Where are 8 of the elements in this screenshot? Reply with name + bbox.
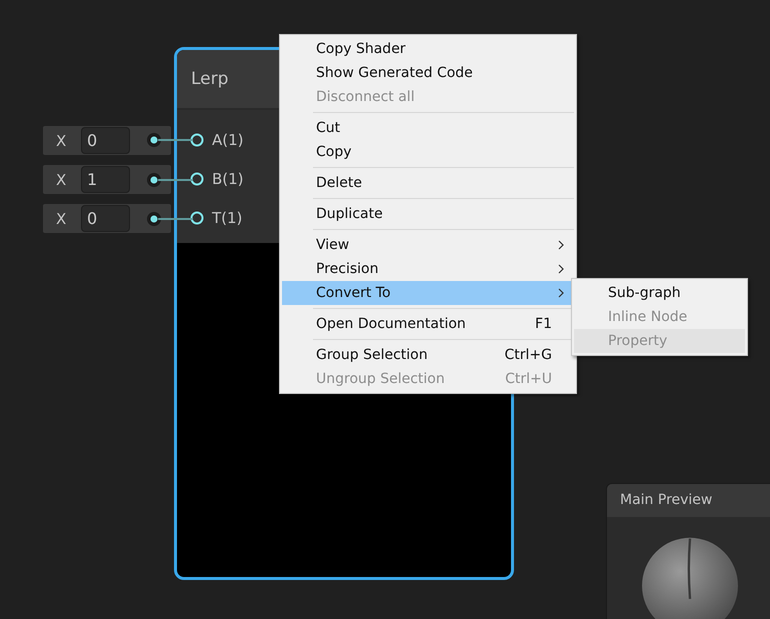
preview-title: Main Preview [620, 492, 712, 508]
port-label: A(1) [212, 130, 244, 148]
port-label: T(1) [212, 208, 242, 226]
axis-label: X [56, 170, 68, 188]
axis-label: X [56, 210, 68, 228]
port-label: B(1) [212, 170, 244, 188]
axis-label: X [56, 132, 68, 150]
node-title: Lerp [191, 69, 228, 89]
